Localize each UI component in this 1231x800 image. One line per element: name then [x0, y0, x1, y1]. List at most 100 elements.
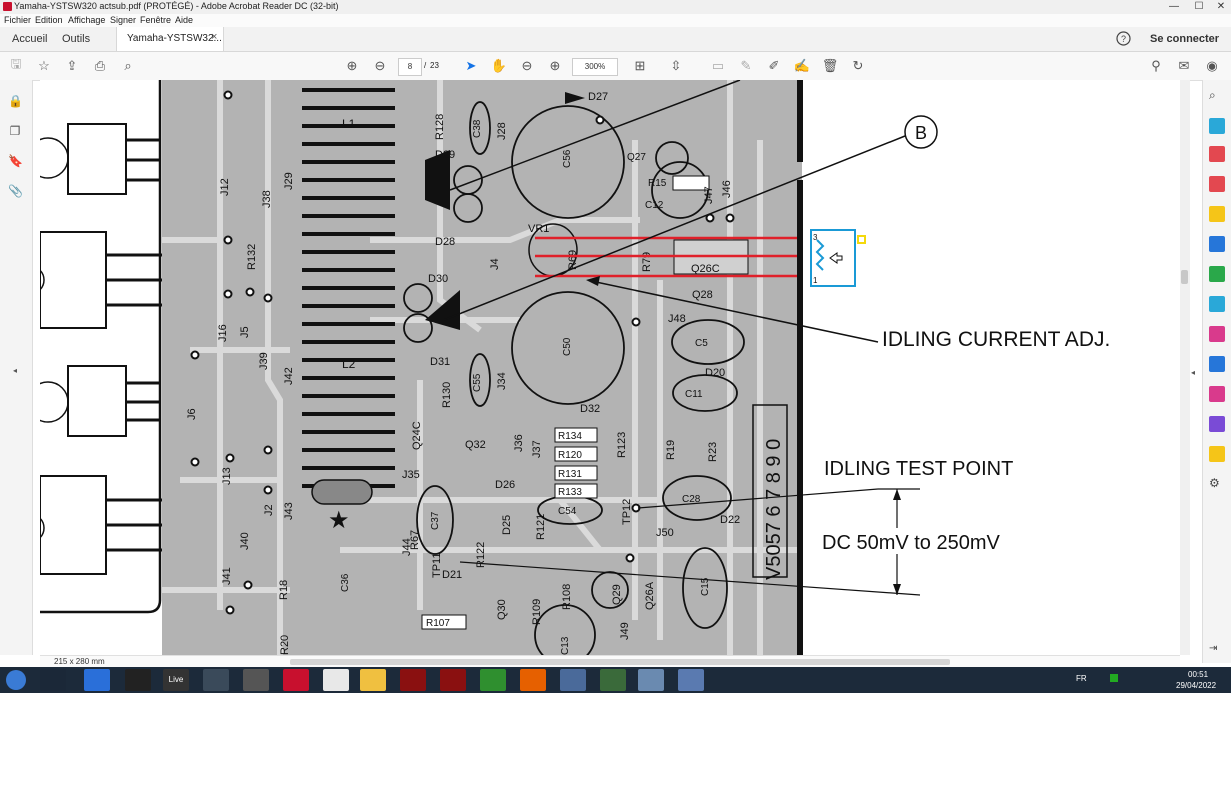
comment-tool-icon[interactable] [1209, 206, 1225, 222]
create-pdf-icon[interactable] [1209, 176, 1225, 192]
clock-date[interactable]: 29/04/2022 [1176, 681, 1216, 690]
search-zoom-icon[interactable]: ⌕ [120, 58, 136, 74]
scroll-thumb[interactable] [1181, 270, 1188, 284]
comment-icon[interactable]: ▭ [710, 58, 726, 74]
highlight-icon[interactable]: ✎ [738, 58, 754, 74]
send-icon[interactable] [1209, 446, 1225, 462]
pages-icon[interactable]: ❐ [8, 124, 22, 138]
tab-home[interactable]: Accueil [12, 33, 47, 45]
network-icon[interactable] [560, 669, 586, 691]
vertical-scrollbar[interactable] [1180, 80, 1190, 655]
steam-icon[interactable] [40, 669, 66, 691]
svg-text:C55: C55 [472, 373, 483, 392]
zoom-tool-icon[interactable]: ⌕ [1209, 88, 1225, 104]
svg-text:J2: J2 [263, 504, 275, 516]
organize-pages-icon[interactable] [1209, 146, 1225, 162]
collapse-right-icon[interactable]: ◂ [1191, 368, 1195, 377]
tab-close-button[interactable]: × [211, 31, 217, 43]
minimize-button[interactable]: — [1160, 0, 1188, 14]
protect-icon[interactable] [1209, 356, 1225, 372]
explorer-icon[interactable] [360, 669, 386, 691]
svg-text:R15: R15 [648, 178, 667, 189]
nvidia-icon[interactable] [480, 669, 506, 691]
export-pdf-icon[interactable] [1209, 118, 1225, 134]
dc-range-label: DC 50mV to 250mV [822, 532, 1001, 554]
live-icon[interactable]: Live [163, 669, 189, 691]
svg-text:J12: J12 [219, 178, 231, 196]
svg-text:J4: J4 [489, 258, 501, 270]
select-cursor-icon[interactable]: ➤ [463, 58, 479, 74]
collapse-panel-icon[interactable]: ⇥ [1209, 643, 1225, 659]
menu-fichier[interactable]: Fichier [4, 15, 31, 25]
svg-text:R128: R128 [434, 114, 446, 140]
scan-icon[interactable] [1209, 296, 1225, 312]
page-down-icon[interactable]: ⊖ [372, 58, 388, 74]
draw-icon[interactable]: ✐ [766, 58, 782, 74]
clock-icon[interactable] [323, 669, 349, 691]
tray-status-icon[interactable] [1110, 674, 1118, 682]
language-indicator[interactable]: FR [1076, 674, 1087, 683]
attachment-icon[interactable]: 📎 [8, 184, 23, 198]
request-signature-icon[interactable] [1209, 416, 1225, 432]
print-icon[interactable]: ⎙ [92, 58, 108, 74]
start-orb-icon[interactable] [6, 670, 26, 690]
zoom-out-icon[interactable]: ⊖ [519, 58, 535, 74]
zoom-in-icon[interactable]: ⊕ [547, 58, 563, 74]
help-icon[interactable]: ? [1116, 31, 1131, 46]
bookmark-star-icon[interactable]: ☆ [36, 58, 52, 74]
more-tools-icon[interactable]: ⚙ [1209, 476, 1225, 492]
hand-tool-icon[interactable]: ✋ [491, 58, 507, 74]
horizontal-scrollbar[interactable] [290, 659, 950, 665]
tab-tools[interactable]: Outils [62, 33, 90, 45]
svg-text:Q27: Q27 [627, 152, 646, 163]
rotate-icon[interactable]: ↻ [850, 58, 866, 74]
document-view[interactable]: L1 L2 C56 C50 C38 C55 C5 C11 C28 C15 C37… [40, 80, 1180, 655]
delete-icon[interactable]: 🗑 [822, 58, 839, 74]
save-icon[interactable]: 🖫 [8, 56, 24, 74]
account-icon[interactable]: ◉ [1204, 58, 1220, 74]
svg-text:J29: J29 [283, 172, 295, 190]
mail-icon[interactable]: ✉ [1176, 58, 1192, 74]
browser-icon[interactable] [84, 669, 110, 691]
firefox-icon[interactable] [520, 669, 546, 691]
scroll-mode-icon[interactable]: ⇳ [668, 58, 684, 74]
acrobat-taskbar-icon[interactable] [283, 669, 309, 691]
svg-text:Q24C: Q24C [411, 421, 423, 450]
close-window-button[interactable]: ✕ [1207, 0, 1231, 14]
svg-text:D26: D26 [495, 479, 515, 491]
afterburner-icon[interactable] [243, 669, 269, 691]
combine-files-icon[interactable] [1209, 236, 1225, 252]
menu-signer[interactable]: Signer [110, 15, 136, 25]
gpu-z-2-icon[interactable] [440, 669, 466, 691]
menu-affichage[interactable]: Affichage [68, 15, 105, 25]
edit-pdf-icon[interactable] [1209, 326, 1225, 342]
page-fit-icon[interactable]: ⊞ [632, 58, 648, 74]
lock-icon[interactable]: 🔒 [8, 94, 23, 108]
settings-gear-icon[interactable] [203, 669, 229, 691]
clock-time[interactable]: 00:51 [1188, 670, 1208, 679]
desktop-3-icon[interactable] [678, 669, 704, 691]
menu-aide[interactable]: Aide [175, 15, 193, 25]
svg-text:J49: J49 [619, 622, 631, 640]
compress-icon[interactable] [1209, 386, 1225, 402]
svg-text:R133: R133 [558, 487, 582, 498]
page-number-input[interactable]: 8 [398, 58, 422, 76]
share-icon[interactable]: ⚲ [1148, 58, 1164, 74]
fill-sign-icon[interactable] [1209, 266, 1225, 282]
collapse-left-icon[interactable]: ◂ [8, 366, 22, 380]
svg-text:D20: D20 [705, 367, 725, 379]
menu-fenetre[interactable]: Fenêtre [140, 15, 171, 25]
cloud-upload-icon[interactable]: ⇪ [64, 58, 80, 74]
svg-text:J36: J36 [513, 434, 525, 452]
menu-edition[interactable]: Edition [35, 15, 63, 25]
desktop-1-icon[interactable] [600, 669, 626, 691]
desktop-2-icon[interactable] [638, 669, 664, 691]
bookmark-icon[interactable]: 🔖 [8, 154, 23, 168]
tab-document[interactable]: Yamaha-YSTSW32... × [116, 27, 224, 51]
gpu-z-icon[interactable] [400, 669, 426, 691]
zoom-select[interactable]: 300% [572, 58, 618, 76]
signin-button[interactable]: Se connecter [1150, 33, 1219, 45]
corsair-icon[interactable] [125, 669, 151, 691]
sign-icon[interactable]: ✍ [794, 58, 810, 74]
page-up-icon[interactable]: ⊕ [344, 58, 360, 74]
